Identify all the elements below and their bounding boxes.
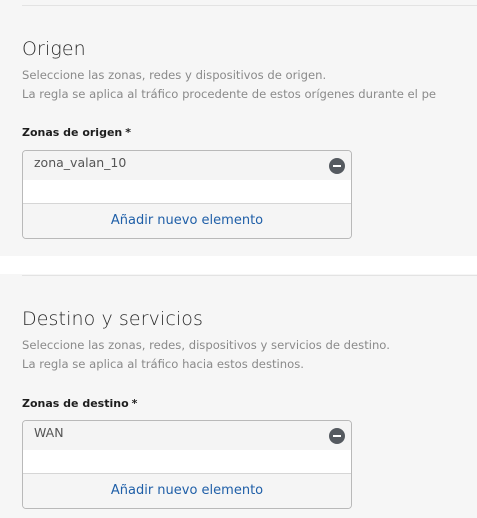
origin-title: Origen [22, 38, 86, 60]
origin-description-line1: Seleccione las zonas, redes y dispositiv… [22, 68, 327, 82]
destination-description-line2: La regla se aplica al tráfico hacia esto… [22, 357, 304, 371]
destination-panel: Destino y servicios Seleccione las zonas… [0, 274, 477, 518]
origin-zones-label-text: Zonas de origen [22, 126, 123, 139]
remove-circle-icon[interactable] [329, 428, 345, 444]
destination-description-line1: Seleccione las zonas, redes, dispositivo… [22, 338, 390, 352]
destination-title: Destino y servicios [22, 308, 204, 330]
section-divider [22, 5, 477, 6]
list-item: WAN [23, 421, 351, 450]
origin-add-item-button[interactable]: Añadir nuevo elemento [23, 203, 351, 238]
origin-zone-item-label: zona_valan_10 [34, 155, 127, 170]
list-item: zona_valan_10 [23, 151, 351, 180]
destination-zones-label: Zonas de destino * [22, 397, 137, 410]
origin-zones-list: zona_valan_10 Añadir nuevo elemento [22, 150, 352, 239]
origin-panel: Origen Seleccione las zonas, redes y dis… [0, 0, 477, 256]
section-gap [0, 256, 477, 274]
remove-circle-icon[interactable] [329, 158, 345, 174]
origin-zones-label: Zonas de origen * [22, 126, 131, 139]
origin-add-item-label: Añadir nuevo elemento [110, 213, 264, 228]
section-divider [22, 275, 477, 276]
required-mark: * [131, 397, 138, 410]
required-mark: * [125, 126, 132, 139]
destination-zone-item-label: WAN [34, 425, 64, 440]
destination-add-item-button[interactable]: Añadir nuevo elemento [23, 473, 351, 508]
destination-add-item-label: Añadir nuevo elemento [110, 483, 264, 498]
destination-zones-list: WAN Añadir nuevo elemento [22, 420, 352, 509]
origin-description-line2: La regla se aplica al tráfico procedente… [22, 87, 437, 101]
destination-zones-label-text: Zonas de destino [22, 397, 129, 410]
